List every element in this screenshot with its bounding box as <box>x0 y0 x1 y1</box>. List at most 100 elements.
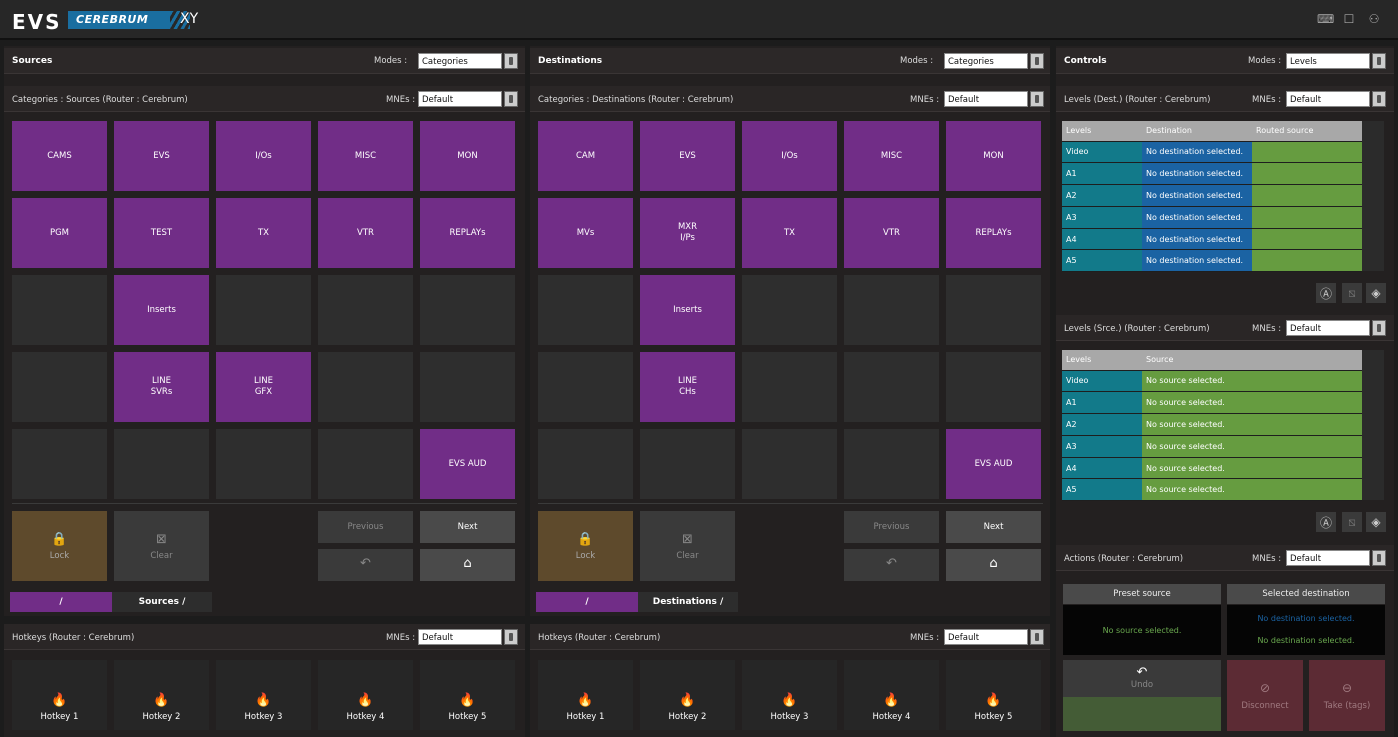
mnes-value[interactable]: Default <box>418 91 502 107</box>
category-tile[interactable]: CAMS <box>12 121 107 191</box>
modes-value[interactable]: Categories <box>944 53 1028 69</box>
category-tile[interactable]: CAM <box>538 121 633 191</box>
category-tile[interactable]: VTR <box>844 198 939 268</box>
modes-select[interactable]: Levels <box>1286 53 1386 69</box>
mnes-select[interactable]: Default <box>418 91 518 107</box>
category-tile[interactable]: Inserts <box>114 275 209 345</box>
modes-value[interactable]: Categories <box>418 53 502 69</box>
previous-button[interactable]: Previous <box>844 511 939 543</box>
table-row[interactable]: A3 No source selected. <box>1062 435 1362 458</box>
hotkey-button[interactable]: 🔥 Hotkey 4 <box>318 660 413 730</box>
keyboard-icon[interactable]: ⌨ <box>1317 12 1334 26</box>
hotkey-button[interactable]: 🔥 Hotkey 4 <box>844 660 939 730</box>
breadcrumb-root[interactable]: / <box>10 592 112 612</box>
mnes-select[interactable]: Default <box>944 629 1044 645</box>
back-button[interactable]: ↶ <box>844 549 939 581</box>
layers-off-icon[interactable]: ⧅ <box>1342 512 1362 532</box>
mnes-value[interactable]: Default <box>944 91 1028 107</box>
category-tile[interactable]: EVS <box>640 121 735 191</box>
table-scrollbar[interactable] <box>1362 121 1384 271</box>
category-tile[interactable]: I/Os <box>742 121 837 191</box>
category-tile[interactable]: I/Os <box>216 121 311 191</box>
table-row[interactable]: A3 No destination selected. <box>1062 206 1362 229</box>
dropdown-button[interactable] <box>504 91 518 107</box>
auto-icon[interactable]: Ⓐ <box>1316 512 1336 532</box>
home-button[interactable]: ⌂ <box>946 549 1041 581</box>
table-scrollbar[interactable] <box>1362 350 1384 500</box>
layers-icon[interactable]: ◈ <box>1366 512 1386 532</box>
mnes-select[interactable]: Default <box>1286 320 1386 336</box>
table-row[interactable]: A2 No source selected. <box>1062 413 1362 436</box>
layers-off-icon[interactable]: ⧅ <box>1342 283 1362 303</box>
category-tile[interactable]: LINE GFX <box>216 352 311 422</box>
mnes-select[interactable]: Default <box>418 629 518 645</box>
layers-icon[interactable]: ◈ <box>1366 283 1386 303</box>
table-row[interactable]: Video No source selected. <box>1062 370 1362 393</box>
dropdown-button[interactable] <box>1030 53 1044 69</box>
hotkey-button[interactable]: 🔥 Hotkey 3 <box>742 660 837 730</box>
hotkey-button[interactable]: 🔥 Hotkey 3 <box>216 660 311 730</box>
clear-button[interactable]: ⊠ Clear <box>640 511 735 581</box>
hotkey-button[interactable]: 🔥 Hotkey 1 <box>12 660 107 730</box>
undo-button[interactable]: ↶ Undo <box>1063 660 1221 697</box>
hotkey-button[interactable]: 🔥 Hotkey 2 <box>640 660 735 730</box>
category-tile[interactable]: LINE CHs <box>640 352 735 422</box>
clear-button[interactable]: ⊠ Clear <box>114 511 209 581</box>
dropdown-button[interactable] <box>1372 91 1386 107</box>
dropdown-button[interactable] <box>1372 320 1386 336</box>
category-tile[interactable]: MON <box>420 121 515 191</box>
table-row[interactable]: A2 No destination selected. <box>1062 184 1362 207</box>
breadcrumb-current[interactable]: Sources / <box>112 592 212 612</box>
dropdown-button[interactable] <box>1372 550 1386 566</box>
mnes-select[interactable]: Default <box>1286 91 1386 107</box>
hotkey-button[interactable]: 🔥 Hotkey 1 <box>538 660 633 730</box>
table-row[interactable]: A5 No destination selected. <box>1062 249 1362 273</box>
category-tile[interactable]: EVS <box>114 121 209 191</box>
dropdown-button[interactable] <box>504 53 518 69</box>
table-row[interactable]: A4 No destination selected. <box>1062 228 1362 251</box>
category-tile[interactable]: MISC <box>844 121 939 191</box>
auto-icon[interactable]: Ⓐ <box>1316 283 1336 303</box>
category-tile[interactable]: Inserts <box>640 275 735 345</box>
mnes-value[interactable]: Default <box>418 629 502 645</box>
category-tile[interactable]: REPLAYs <box>946 198 1041 268</box>
take-button[interactable]: ⊖ Take (tags) <box>1309 660 1385 731</box>
mnes-value[interactable]: Default <box>1286 550 1370 566</box>
category-tile[interactable]: REPLAYs <box>420 198 515 268</box>
table-row[interactable]: A5 No source selected. <box>1062 478 1362 502</box>
dropdown-button[interactable] <box>1030 629 1044 645</box>
category-tile[interactable]: TEST <box>114 198 209 268</box>
hotkey-button[interactable]: 🔥 Hotkey 5 <box>946 660 1041 730</box>
category-tile[interactable]: LINE SVRs <box>114 352 209 422</box>
table-row[interactable]: A1 No destination selected. <box>1062 162 1362 186</box>
category-tile[interactable]: EVS AUD <box>420 429 515 499</box>
table-row[interactable]: A1 No source selected. <box>1062 391 1362 415</box>
table-row[interactable]: Video No destination selected. <box>1062 141 1362 164</box>
category-tile[interactable]: MVs <box>538 198 633 268</box>
dropdown-button[interactable] <box>1030 91 1044 107</box>
mnes-value[interactable]: Default <box>944 629 1028 645</box>
back-button[interactable]: ↶ <box>318 549 413 581</box>
users-icon[interactable]: ⚇ <box>1366 12 1382 26</box>
modes-value[interactable]: Levels <box>1286 53 1370 69</box>
category-tile[interactable]: TX <box>216 198 311 268</box>
mnes-select[interactable]: Default <box>944 91 1044 107</box>
category-tile[interactable]: TX <box>742 198 837 268</box>
previous-button[interactable]: Previous <box>318 511 413 543</box>
lock-button[interactable]: 🔒 Lock <box>538 511 633 581</box>
hotkey-button[interactable]: 🔥 Hotkey 2 <box>114 660 209 730</box>
category-tile[interactable]: EVS AUD <box>946 429 1041 499</box>
breadcrumb-root[interactable]: / <box>536 592 638 612</box>
category-tile[interactable]: MON <box>946 121 1041 191</box>
lock-button[interactable]: 🔒 Lock <box>12 511 107 581</box>
hotkey-button[interactable]: 🔥 Hotkey 5 <box>420 660 515 730</box>
table-row[interactable]: A4 No source selected. <box>1062 457 1362 480</box>
modes-select[interactable]: Categories <box>418 53 518 69</box>
category-tile[interactable]: VTR <box>318 198 413 268</box>
mnes-select[interactable]: Default <box>1286 550 1386 566</box>
dropdown-button[interactable] <box>1372 53 1386 69</box>
home-button[interactable]: ⌂ <box>420 549 515 581</box>
mnes-value[interactable]: Default <box>1286 91 1370 107</box>
breadcrumb-current[interactable]: Destinations / <box>638 592 738 612</box>
dropdown-button[interactable] <box>504 629 518 645</box>
